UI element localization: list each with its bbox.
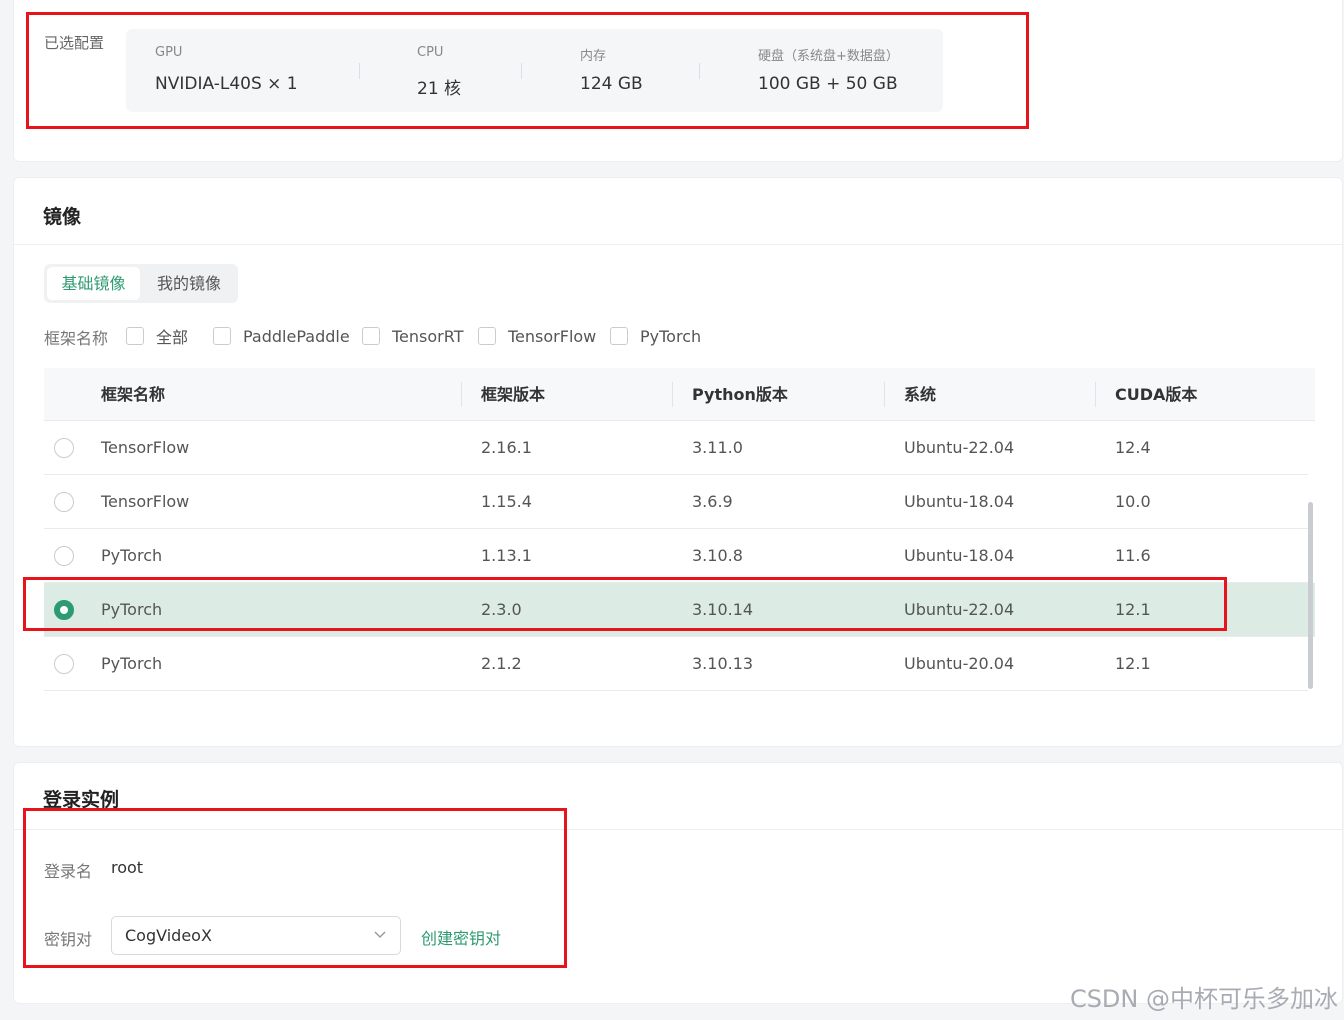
chevron-down-icon — [374, 931, 386, 938]
column-separator — [884, 382, 885, 407]
config-summary-box: GPU NVIDIA-L40S × 1 CPU 21 核 内存 124 GB 硬… — [126, 29, 943, 112]
selected-config-label: 已选配置 — [44, 34, 105, 52]
login-section-title: 登录实例 — [43, 789, 120, 811]
cell-framework: TensorFlow — [101, 438, 190, 457]
row-radio[interactable] — [54, 438, 74, 458]
checkbox-box[interactable] — [478, 327, 496, 345]
filter-checkbox-tensorrt[interactable]: TensorRT — [362, 325, 463, 347]
filter-option-label: TensorRT — [392, 326, 464, 346]
checkbox-box[interactable] — [362, 327, 380, 345]
keypair-select[interactable]: CogVideoX — [111, 916, 401, 955]
table-header: 框架名称 框架版本 Python版本 系统 CUDA版本 — [44, 368, 1315, 421]
row-radio[interactable] — [54, 546, 74, 566]
config-separator — [521, 63, 522, 79]
filter-checkbox-pytorch[interactable]: PyTorch — [610, 325, 701, 347]
column-header-version: 框架版本 — [481, 385, 546, 404]
filter-option-label: PaddlePaddle — [243, 326, 350, 346]
cell-os: Ubuntu-18.04 — [904, 492, 1015, 511]
column-header-framework: 框架名称 — [101, 385, 166, 404]
table-row[interactable]: TensorFlow 1.15.4 3.6.9 Ubuntu-18.04 10.… — [44, 475, 1308, 529]
table-row[interactable]: PyTorch 2.1.2 3.10.13 Ubuntu-20.04 12.1 — [44, 637, 1308, 691]
config-memory-key: 内存 — [580, 49, 607, 64]
filter-checkbox-paddlepaddle[interactable]: PaddlePaddle — [213, 325, 350, 347]
filter-option-label: 全部 — [156, 328, 189, 347]
cell-framework: PyTorch — [101, 654, 163, 673]
image-section-title: 镜像 — [43, 206, 82, 228]
column-header-python: Python版本 — [692, 385, 788, 404]
cell-framework: PyTorch — [101, 546, 163, 565]
column-separator — [1095, 382, 1096, 407]
cell-version: 1.13.1 — [481, 546, 532, 565]
username-label: 登录名 — [44, 862, 93, 881]
table-row[interactable]: TensorFlow 2.16.1 3.11.0 Ubuntu-22.04 12… — [44, 421, 1308, 475]
row-radio-selected[interactable] — [54, 600, 74, 620]
column-separator — [672, 382, 673, 407]
cell-cuda: 12.1 — [1115, 600, 1151, 619]
cell-os: Ubuntu-20.04 — [904, 654, 1015, 673]
section-divider — [14, 244, 1342, 245]
cell-framework: PyTorch — [101, 600, 163, 619]
config-gpu-value: NVIDIA-L40S × 1 — [155, 74, 298, 94]
table-row[interactable]: PyTorch 1.13.1 3.10.8 Ubuntu-18.04 11.6 — [44, 529, 1308, 583]
tab-my-image[interactable]: 我的镜像 — [144, 267, 234, 300]
cell-python: 3.11.0 — [692, 438, 743, 457]
config-disk-key: 硬盘（系统盘+数据盘） — [758, 49, 899, 64]
config-gpu-key: GPU — [155, 45, 183, 60]
cell-os: Ubuntu-22.04 — [904, 438, 1015, 457]
keypair-select-value: CogVideoX — [125, 926, 212, 945]
framework-filter-label: 框架名称 — [44, 329, 109, 348]
keypair-label: 密钥对 — [44, 930, 93, 949]
checkbox-box[interactable] — [213, 327, 231, 345]
column-separator — [461, 382, 462, 407]
image-type-segmented-control: 基础镜像 我的镜像 — [44, 264, 238, 303]
column-header-os: 系统 — [904, 385, 937, 404]
section-divider — [14, 829, 1342, 830]
cell-cuda: 12.1 — [1115, 654, 1151, 673]
config-disk-value: 100 GB + 50 GB — [758, 74, 898, 94]
cell-python: 3.6.9 — [692, 492, 733, 511]
cell-version: 2.1.2 — [481, 654, 522, 673]
filter-option-label: PyTorch — [640, 326, 702, 346]
config-separator — [699, 63, 700, 79]
login-instance-card: 登录实例 登录名 root 密钥对 CogVideoX 创建密钥对 — [13, 762, 1343, 1004]
cell-python: 3.10.8 — [692, 546, 743, 565]
table-row-selected[interactable]: PyTorch 2.3.0 3.10.14 Ubuntu-22.04 12.1 — [44, 583, 1315, 637]
cell-python: 3.10.13 — [692, 654, 754, 673]
username-value: root — [111, 858, 144, 877]
checkbox-box[interactable] — [126, 327, 144, 345]
image-table: 框架名称 框架版本 Python版本 系统 CUDA版本 TensorFlow … — [44, 368, 1315, 691]
cell-os: Ubuntu-18.04 — [904, 546, 1015, 565]
filter-checkbox-all[interactable]: 全部 — [126, 325, 188, 347]
table-scrollbar[interactable] — [1308, 502, 1313, 689]
tab-base-image[interactable]: 基础镜像 — [47, 267, 140, 300]
config-separator — [359, 63, 360, 79]
row-radio[interactable] — [54, 654, 74, 674]
cell-cuda: 10.0 — [1115, 492, 1151, 511]
cell-python: 3.10.14 — [692, 600, 754, 619]
image-card: 镜像 基础镜像 我的镜像 框架名称 全部 PaddlePaddle Tensor… — [13, 177, 1343, 747]
config-memory-value: 124 GB — [580, 74, 643, 94]
checkbox-box[interactable] — [610, 327, 628, 345]
filter-checkbox-tensorflow[interactable]: TensorFlow — [478, 325, 596, 347]
column-header-cuda: CUDA版本 — [1115, 385, 1198, 404]
row-radio[interactable] — [54, 492, 74, 512]
cell-cuda: 12.4 — [1115, 438, 1151, 457]
config-cpu-value: 21 核 — [417, 79, 462, 99]
cell-version: 1.15.4 — [481, 492, 532, 511]
create-keypair-link[interactable]: 创建密钥对 — [421, 925, 501, 949]
cell-os: Ubuntu-22.04 — [904, 600, 1015, 619]
selected-config-card: 已选配置 GPU NVIDIA-L40S × 1 CPU 21 核 内存 124… — [13, 0, 1343, 162]
watermark: CSDN @中杯可乐多加冰 — [1069, 985, 1338, 1013]
cell-framework: TensorFlow — [101, 492, 190, 511]
cell-cuda: 11.6 — [1115, 546, 1151, 565]
cell-version: 2.3.0 — [481, 600, 522, 619]
config-cpu-key: CPU — [417, 45, 444, 60]
filter-option-label: TensorFlow — [508, 326, 597, 346]
cell-version: 2.16.1 — [481, 438, 532, 457]
